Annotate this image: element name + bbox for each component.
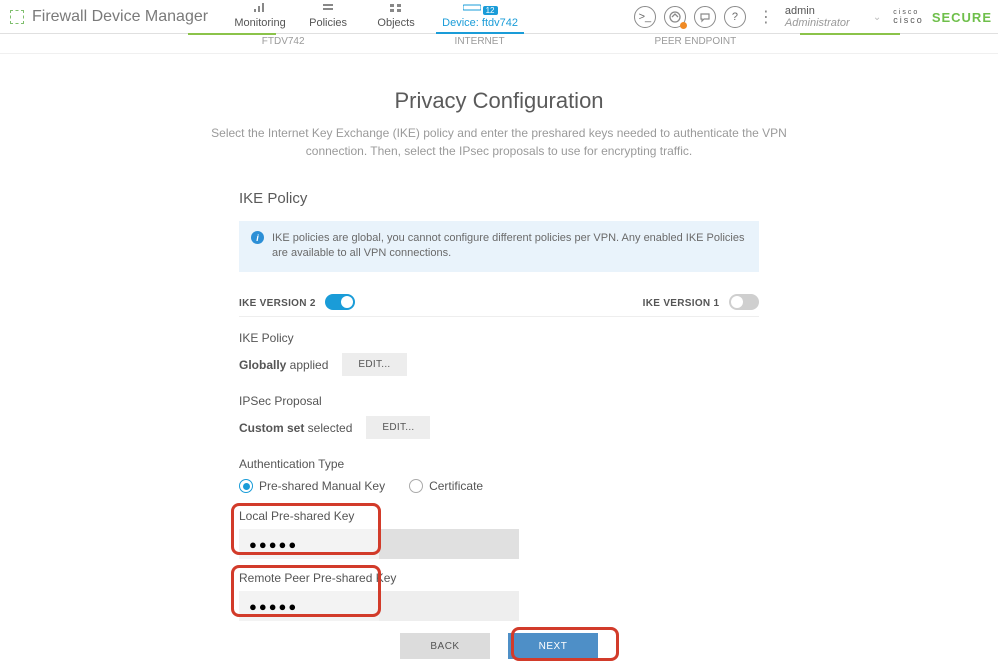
top-bar: Firewall Device Manager Monitoring Polic… bbox=[0, 0, 998, 34]
ike-v1-toggle[interactable] bbox=[729, 294, 759, 310]
local-key-block: Local Pre-shared Key bbox=[239, 509, 759, 559]
ike-policy-status: Globally applied bbox=[239, 358, 328, 372]
user-name: admin bbox=[785, 5, 865, 17]
radio-certificate-label: Certificate bbox=[429, 479, 483, 493]
next-button[interactable]: NEXT bbox=[508, 633, 598, 659]
ike-v1-label: IKE VERSION 1 bbox=[643, 298, 720, 309]
nav-device-label: Device: ftdv742 bbox=[442, 17, 518, 29]
chevron-down-icon: ⌄ bbox=[873, 12, 881, 23]
remote-key-label: Remote Peer Pre-shared Key bbox=[239, 571, 759, 585]
nav-policies-label: Policies bbox=[309, 17, 347, 29]
ike-policy-row: Globally applied EDIT... bbox=[239, 353, 759, 376]
step-progress-indicator bbox=[188, 33, 276, 35]
nav-device[interactable]: 12 Device: ftdv742 bbox=[430, 3, 530, 33]
auth-type-radios: Pre-shared Manual Key Certificate bbox=[239, 479, 759, 493]
ike-v2-toggle[interactable] bbox=[325, 294, 355, 310]
wizard-nav-buttons: BACK NEXT bbox=[239, 633, 759, 659]
step-progress-indicator-right bbox=[800, 33, 900, 35]
ipsec-subhead: IPSec Proposal bbox=[239, 394, 759, 408]
nav-objects[interactable]: Objects bbox=[362, 3, 430, 33]
nav-monitoring[interactable]: Monitoring bbox=[226, 3, 294, 33]
remote-key-input[interactable] bbox=[239, 591, 379, 621]
radio-preshared[interactable]: Pre-shared Manual Key bbox=[239, 479, 385, 493]
auth-type-label: Authentication Type bbox=[239, 457, 759, 471]
local-key-label: Local Pre-shared Key bbox=[239, 509, 759, 523]
wizard-steps: FTDV742 INTERNET PEER ENDPOINT bbox=[0, 34, 998, 54]
back-button[interactable]: BACK bbox=[400, 633, 490, 659]
page-title: Privacy Configuration bbox=[0, 88, 998, 114]
radio-preshared-label: Pre-shared Manual Key bbox=[259, 479, 385, 493]
nav-monitoring-label: Monitoring bbox=[234, 17, 285, 29]
more-menu-icon[interactable]: ⋮ bbox=[754, 7, 777, 27]
chat-icon[interactable] bbox=[694, 6, 716, 28]
page-subtitle: Select the Internet Key Exchange (IKE) p… bbox=[179, 124, 819, 160]
ike-panel: IKE Policy i IKE policies are global, yo… bbox=[239, 190, 759, 621]
brand-title: Firewall Device Manager bbox=[32, 8, 208, 26]
radio-dot-icon bbox=[409, 479, 423, 493]
info-text: IKE policies are global, you cannot conf… bbox=[272, 231, 747, 262]
topbar-right: >_ ? ⋮ admin Administrator ⌄ cisco cisco… bbox=[634, 0, 998, 34]
step-peer: PEER ENDPOINT bbox=[655, 36, 737, 47]
ipsec-row: Custom set selected EDIT... bbox=[239, 416, 759, 439]
local-key-input-ext bbox=[379, 529, 519, 559]
cli-icon[interactable]: >_ bbox=[634, 6, 656, 28]
nav-objects-label: Objects bbox=[377, 17, 414, 29]
device-icon: 12 bbox=[430, 3, 530, 15]
radio-certificate[interactable]: Certificate bbox=[409, 479, 483, 493]
remote-key-block: Remote Peer Pre-shared Key bbox=[239, 571, 759, 621]
local-key-input[interactable] bbox=[239, 529, 379, 559]
device-badge: 12 bbox=[483, 6, 498, 15]
ike-v2-label: IKE VERSION 2 bbox=[239, 298, 316, 309]
info-box: i IKE policies are global, you cannot co… bbox=[239, 221, 759, 272]
radio-dot-icon bbox=[239, 479, 253, 493]
info-icon: i bbox=[251, 231, 264, 244]
nav-policies[interactable]: Policies bbox=[294, 3, 362, 33]
user-menu[interactable]: admin Administrator bbox=[785, 5, 865, 29]
help-icon[interactable]: ? bbox=[724, 6, 746, 28]
step-ftdv: FTDV742 bbox=[262, 36, 305, 47]
secure-label: SECURE bbox=[932, 10, 992, 25]
cisco-label: cisco bbox=[893, 16, 924, 25]
remote-key-input-ext bbox=[379, 591, 519, 621]
user-role: Administrator bbox=[785, 17, 865, 29]
page-body: Privacy Configuration Select the Interne… bbox=[0, 54, 998, 659]
ike-version-row: IKE VERSION 2 IKE VERSION 1 bbox=[239, 294, 759, 318]
step-internet: INTERNET bbox=[455, 36, 505, 47]
deploy-icon[interactable] bbox=[664, 6, 686, 28]
ike-policy-edit-button[interactable]: EDIT... bbox=[342, 353, 406, 376]
objects-icon bbox=[362, 3, 430, 15]
panel-heading: IKE Policy bbox=[239, 190, 759, 207]
monitoring-icon bbox=[226, 3, 294, 15]
brand-icon bbox=[10, 10, 24, 24]
ipsec-status: Custom set selected bbox=[239, 421, 352, 435]
policies-icon bbox=[294, 3, 362, 15]
ipsec-edit-button[interactable]: EDIT... bbox=[366, 416, 430, 439]
ike-policy-subhead: IKE Policy bbox=[239, 331, 759, 345]
top-nav: Monitoring Policies Objects 12 Device: f… bbox=[226, 0, 530, 33]
